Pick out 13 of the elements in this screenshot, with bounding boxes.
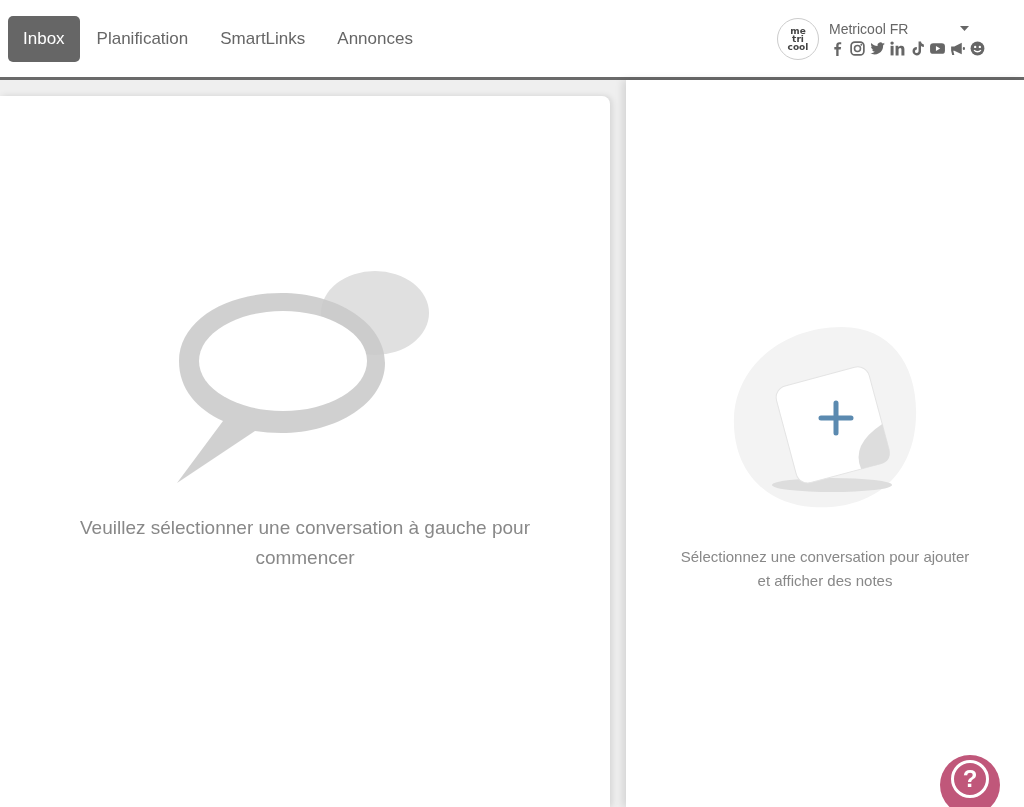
nav-tab[interactable]: Planification [81,15,204,62]
instagram-icon[interactable] [849,39,866,57]
help-button[interactable]: ? [940,755,1000,807]
nav-tab[interactable]: SmartLinks [205,15,321,62]
twitter-icon[interactable] [869,39,886,57]
nav-tab[interactable]: Inbox [8,15,80,62]
face-icon[interactable] [969,39,986,57]
caret-icon[interactable] [960,26,969,31]
nav-tab[interactable]: Annonces [322,15,428,62]
empty-state-message: Sélectionnez une conversation pour ajouter et afficher des notes [680,547,970,591]
account-name: Metricool FR [829,20,909,37]
linkedin-icon[interactable] [889,39,906,57]
empty-state-message: Veuillez sélectionner une conversation à gauche pour commencer [79,516,531,570]
